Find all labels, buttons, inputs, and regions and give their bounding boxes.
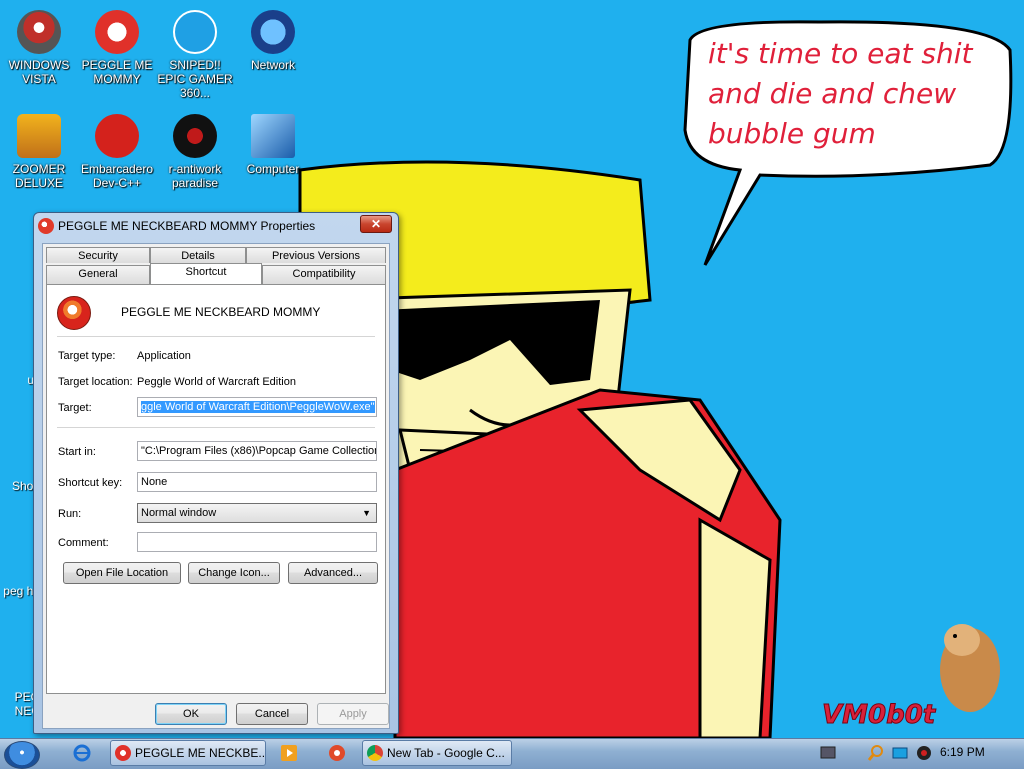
dialog-titlebar[interactable]: PEGGLE ME NECKBEARD MOMMY Properties ✕ xyxy=(34,213,398,239)
desktop-icon-network[interactable]: Network xyxy=(234,10,312,72)
cancel-button[interactable]: Cancel xyxy=(236,703,308,725)
target-field-value: ggle World of Warcraft Edition\PeggleWoW… xyxy=(141,401,375,413)
peggle-icon xyxy=(95,10,139,54)
artist-signature: VM0b0t xyxy=(821,700,936,731)
network-icon xyxy=(251,10,295,54)
desktop-icon-antiwork[interactable]: r-antiwork paradise xyxy=(156,114,234,190)
vista-app-icon xyxy=(17,10,61,54)
desktop-icon-dev-cpp[interactable]: Embarcadero Dev-C++ xyxy=(78,114,156,190)
target-label: Target: xyxy=(58,402,92,414)
display-tray-icon[interactable] xyxy=(890,743,910,763)
shortcut-key-field[interactable]: None xyxy=(137,472,377,492)
advanced-button[interactable]: Advanced... xyxy=(288,562,378,584)
desktop-icon-label: ZOOMER DELUXE xyxy=(12,162,66,190)
shortcut-tab-panel: PEGGLE ME NECKBEARD MOMMY Target type: A… xyxy=(46,284,386,694)
tab-shortcut[interactable]: Shortcut xyxy=(150,263,262,284)
taskbar-clock[interactable]: 6:19 PM xyxy=(940,745,985,759)
zuma-icon xyxy=(17,114,61,158)
desktop-icon-label: PEGGLE ME MOMMY xyxy=(81,58,153,86)
computer-icon xyxy=(251,114,295,158)
desktop: it's time to eat shit and die and chew b… xyxy=(0,0,1024,738)
taskbar-item-peggle-properties[interactable]: PEGGLE ME NECKBE... xyxy=(110,740,266,766)
desktop-icon-label: SNIPED!! EPIC GAMER 360... xyxy=(157,58,233,100)
taskbar-item-label: PEGGLE ME NECKBE... xyxy=(135,746,266,760)
tab-general[interactable]: General xyxy=(46,265,150,284)
desktop-icon-computer[interactable]: Computer xyxy=(234,114,312,176)
start-in-label: Start in: xyxy=(58,446,96,458)
target-type-label: Target type: xyxy=(58,350,116,362)
divider xyxy=(57,427,375,428)
taskbar-item-label: New Tab - Google C... xyxy=(387,746,505,760)
properties-dialog: PEGGLE ME NECKBEARD MOMMY Properties ✕ S… xyxy=(33,212,399,734)
dialog-title: PEGGLE ME NECKBEARD MOMMY Properties xyxy=(58,219,316,233)
desktop-icon-label: Embarcadero Dev-C++ xyxy=(80,162,154,190)
target-location-label: Target location: xyxy=(58,376,133,388)
run-select[interactable]: Normal window ▼ xyxy=(137,503,377,523)
open-file-location-button[interactable]: Open File Location xyxy=(63,562,181,584)
tab-previous-versions[interactable]: Previous Versions xyxy=(246,247,386,263)
shortcut-name: PEGGLE ME NECKBEARD MOMMY xyxy=(121,305,321,319)
antiwork-icon xyxy=(173,114,217,158)
target-field[interactable]: ggle World of Warcraft Edition\PeggleWoW… xyxy=(137,397,377,417)
devcpp-icon xyxy=(95,114,139,158)
speech-bubble-text: it's time to eat shit and die and chew b… xyxy=(708,37,973,150)
divider xyxy=(57,336,375,337)
taskbar-item-chrome[interactable]: New Tab - Google C... xyxy=(362,740,512,766)
search-icon[interactable] xyxy=(866,743,886,763)
run-select-value: Normal window xyxy=(141,507,217,519)
skype-icon xyxy=(173,10,217,54)
tab-security[interactable]: Security xyxy=(46,247,150,263)
chrome-icon xyxy=(367,745,383,761)
comment-label: Comment: xyxy=(58,537,109,549)
target-type-value: Application xyxy=(137,350,191,362)
internet-explorer-icon[interactable] xyxy=(72,743,92,763)
peggle-icon xyxy=(57,296,91,330)
network-tray-icon[interactable] xyxy=(818,743,838,763)
desktop-icon-label: Computer xyxy=(246,162,300,176)
dialog-client-area: Security Details Previous Versions Gener… xyxy=(42,243,390,729)
close-button[interactable]: ✕ xyxy=(360,215,392,233)
media-player-icon[interactable] xyxy=(279,743,299,763)
desktop-icon-peggle-me-mommy[interactable]: PEGGLE ME MOMMY xyxy=(78,10,156,86)
desktop-icon-label: Network xyxy=(250,58,295,72)
ok-button[interactable]: OK xyxy=(155,703,227,725)
target-location-value: Peggle World of Warcraft Edition xyxy=(137,376,296,388)
comment-field[interactable] xyxy=(137,532,377,552)
volume-icon[interactable] xyxy=(914,743,934,763)
peggle-icon xyxy=(38,218,54,234)
peggle-icon xyxy=(115,745,131,761)
run-label: Run: xyxy=(58,508,82,520)
tab-details[interactable]: Details xyxy=(150,247,246,263)
desktop-icon-label: r-antiwork paradise xyxy=(168,162,222,190)
game-app-icon[interactable] xyxy=(327,743,347,763)
tab-compatibility[interactable]: Compatibility xyxy=(262,265,386,284)
apply-button[interactable]: Apply xyxy=(317,703,389,725)
shortcut-key-label: Shortcut key: xyxy=(58,477,123,489)
chevron-down-icon: ▼ xyxy=(362,508,371,518)
start-button[interactable] xyxy=(4,741,40,769)
desktop-icon-zoomer-deluxe[interactable]: ZOOMER DELUXE xyxy=(0,114,78,190)
start-in-field[interactable]: "C:\Program Files (x86)\Popcap Game Coll… xyxy=(137,441,377,461)
desktop-icon-windows-vista[interactable]: WINDOWS VISTA xyxy=(0,10,78,86)
change-icon-button[interactable]: Change Icon... xyxy=(188,562,280,584)
desktop-icon-sniped[interactable]: SNIPED!! EPIC GAMER 360... xyxy=(156,10,234,100)
desktop-icon-label: WINDOWS VISTA xyxy=(8,58,70,86)
